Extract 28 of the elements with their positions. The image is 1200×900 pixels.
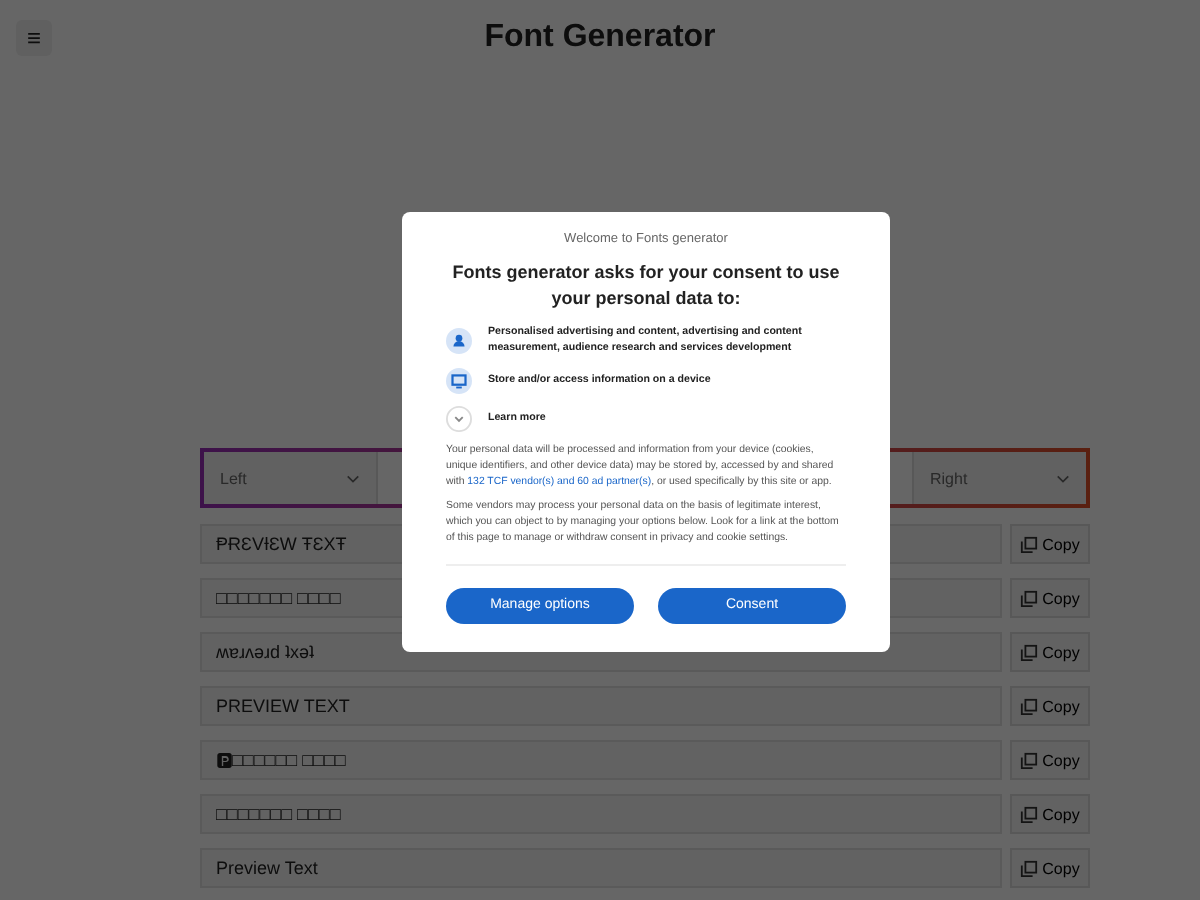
menu-button[interactable]: ≡ bbox=[16, 20, 52, 56]
copy-button[interactable]: Copy bbox=[1010, 686, 1090, 726]
align-right-select[interactable]: Right bbox=[914, 452, 1086, 504]
chevron-down-icon bbox=[1056, 473, 1070, 483]
dialog-heading: Fonts generator asks for your consent to use your personal data to: bbox=[450, 260, 842, 311]
copy-button[interactable]: Copy bbox=[1010, 848, 1090, 888]
chevron-down-icon[interactable] bbox=[446, 406, 472, 432]
person-icon bbox=[446, 328, 472, 355]
monitor-icon bbox=[446, 368, 472, 394]
copy-icon bbox=[1020, 589, 1039, 607]
copy-button[interactable]: Copy bbox=[1010, 632, 1090, 672]
preview-text: 🅿□□□□□□ □□□□ bbox=[200, 740, 1002, 780]
copy-button[interactable]: Copy bbox=[1010, 578, 1090, 618]
copy-button[interactable]: Copy bbox=[1010, 740, 1090, 780]
copy-icon bbox=[1020, 535, 1039, 553]
copy-button[interactable]: Copy bbox=[1010, 794, 1090, 834]
chevron-down-icon bbox=[346, 473, 360, 483]
page-title: Font Generator bbox=[484, 20, 716, 56]
copy-button[interactable]: Copy bbox=[1010, 524, 1090, 564]
preview-text: □□□□□□□ □□□□ bbox=[200, 794, 1002, 834]
copy-icon bbox=[1020, 643, 1039, 661]
copy-icon bbox=[1020, 805, 1039, 823]
preview-text: Preview Text bbox=[200, 848, 1002, 888]
preview-text: PREVIEW TEXT bbox=[200, 686, 1002, 726]
copy-icon bbox=[1020, 751, 1039, 769]
copy-icon bbox=[1020, 859, 1039, 877]
copy-icon bbox=[1020, 697, 1039, 715]
align-left-select[interactable]: Left bbox=[204, 452, 376, 504]
